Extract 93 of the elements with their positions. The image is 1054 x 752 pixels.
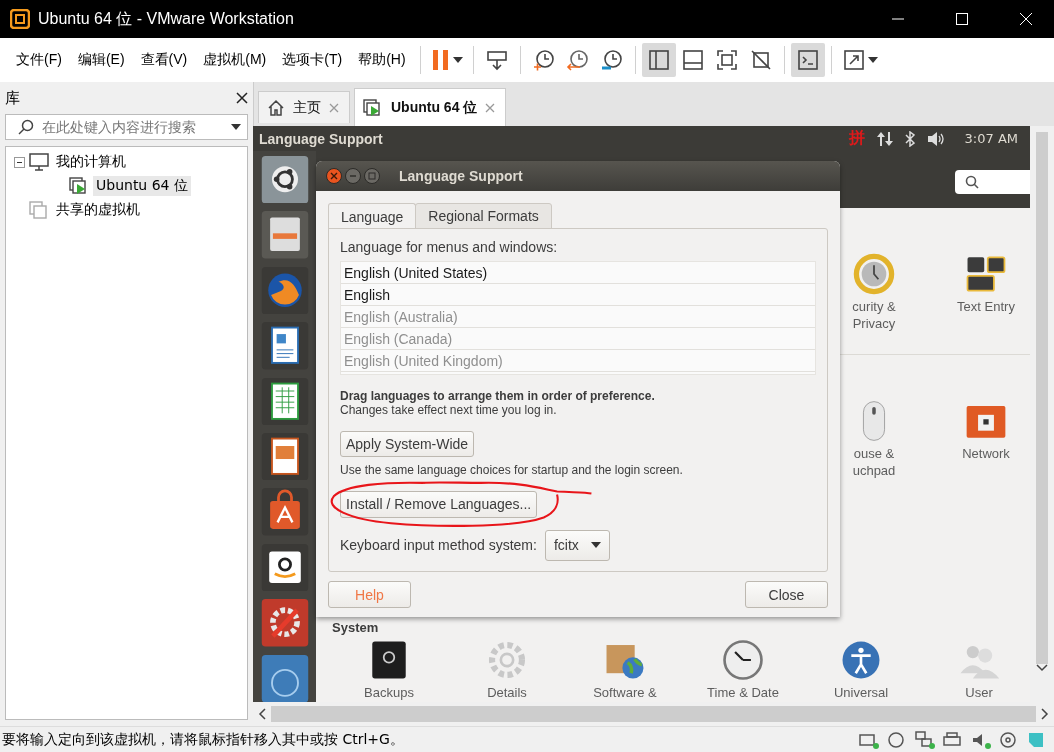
transfer-arrows-icon <box>876 130 893 147</box>
window-title: Ubuntu 64 位 - VMware Workstation <box>38 8 295 29</box>
presentation-icon <box>259 433 310 481</box>
tree-item[interactable]: 我的计算机 <box>53 152 129 172</box>
caret-icon <box>452 57 463 63</box>
clock-arrow-icon <box>565 48 590 72</box>
crossed-window-icon <box>748 48 773 72</box>
library-title: 库 <box>5 88 20 108</box>
dialog-title: Language Support <box>399 168 523 184</box>
tree-item[interactable]: Ubuntu 64 位 <box>93 176 191 196</box>
menu-item[interactable]: 文件(F) <box>8 47 70 73</box>
toolbar-button[interactable] <box>641 43 676 77</box>
fullscreen-icon <box>714 48 739 72</box>
caret-icon <box>231 124 241 130</box>
shared-vm-icon <box>29 201 49 219</box>
list-label: Language for menus and windows: <box>340 239 559 255</box>
section-title: System <box>331 619 380 636</box>
search-icon <box>965 175 979 189</box>
minimize-icon <box>349 172 357 180</box>
search-field[interactable]: 在此处键入内容进行搜索 <box>5 114 248 140</box>
settings-item-label[interactable]: curity & Privacy <box>852 298 896 332</box>
settings-item-label[interactable]: Network <box>962 445 1010 462</box>
monitor-icon <box>29 153 49 171</box>
settings-item-label[interactable]: Time & Date <box>707 684 779 701</box>
pause-icon <box>430 49 451 71</box>
menu-item[interactable]: 虚拟机(M) <box>195 47 275 73</box>
menu-item[interactable]: 查看(V) <box>132 47 196 73</box>
menu-item[interactable]: 帮助(H) <box>350 47 414 73</box>
maximize-icon <box>368 172 376 180</box>
close-dialog-button[interactable]: Close <box>745 581 828 608</box>
home-icon <box>267 98 285 117</box>
chevron-left-icon[interactable] <box>257 708 267 720</box>
status-message: 要将输入定向到该虚拟机，请将鼠标指针移入其中或按 Ctrl+G。 <box>2 730 405 749</box>
file-cabinet-icon <box>259 211 310 259</box>
clock-plus-icon <box>531 48 556 72</box>
chevron-down-icon[interactable] <box>1036 664 1048 672</box>
tab[interactable]: Language <box>328 203 417 229</box>
close-button[interactable] <box>326 168 342 184</box>
vm-play-icon <box>363 98 383 117</box>
toolbar-button[interactable] <box>790 43 825 77</box>
terminal-icon <box>795 48 820 72</box>
document-icon <box>259 322 310 370</box>
clock[interactable]: 3:07 AM <box>964 131 1018 146</box>
settings-item-label[interactable]: Backups <box>364 684 414 701</box>
settings-search-field[interactable] <box>955 170 1030 194</box>
app-logo-icon <box>10 9 30 29</box>
apply-note: Use the same language choices for startup and the login screen. <box>340 463 684 478</box>
vm-play-icon <box>69 177 89 195</box>
settings-item-label[interactable]: Software & <box>593 684 657 701</box>
settings-item-label[interactable]: Universal <box>833 684 889 701</box>
caret-icon <box>867 57 878 63</box>
globe-fox-icon <box>259 266 310 315</box>
sidebar-view-icon <box>646 48 671 72</box>
input-method-label: Keyboard input method system: <box>340 537 537 554</box>
close-icon <box>329 102 339 113</box>
volume-icon <box>926 130 945 147</box>
clock-ring-icon <box>852 252 896 296</box>
settings-item-label[interactable]: Details <box>487 684 527 701</box>
hint-text: Changes take effect next time you log in. <box>340 403 558 417</box>
network-icon <box>914 729 936 750</box>
tree-item[interactable]: 共享的虚拟机 <box>53 200 143 220</box>
close-icon <box>236 92 248 104</box>
install-languages-button[interactable]: Install / Remove Languages... <box>340 490 538 518</box>
caret-icon <box>590 542 601 549</box>
expand-icon <box>841 48 866 72</box>
minimize-button[interactable] <box>345 168 361 184</box>
search-icon <box>18 119 34 135</box>
close-icon <box>485 102 496 113</box>
menu-item[interactable]: 编辑(E) <box>69 47 133 73</box>
tab[interactable]: 主页 <box>258 91 350 123</box>
settings-item-label[interactable]: Text Entry <box>957 298 1015 315</box>
chevron-right-icon[interactable] <box>1040 708 1050 720</box>
gear-wrench-icon <box>259 599 310 647</box>
shopping-bag-icon <box>259 488 310 536</box>
maximize-icon <box>956 13 968 25</box>
apply-system-wide-button[interactable]: Apply System-Wide <box>340 430 475 458</box>
close-icon <box>1020 13 1032 25</box>
clock-icon <box>721 638 765 682</box>
bluetooth-icon <box>904 130 915 147</box>
settings-item-label[interactable]: User <box>965 684 993 701</box>
hint-text: Drag languages to arrange them in order of preference. <box>340 389 656 403</box>
input-method-dropdown[interactable]: fcitx <box>544 529 610 561</box>
clock-wrench-icon <box>599 48 624 72</box>
spreadsheet-icon <box>259 377 310 426</box>
bottom-panel-icon <box>680 48 705 72</box>
menu-item[interactable]: 选项卡(T) <box>274 47 351 73</box>
tab[interactable]: Regional Formats <box>415 203 552 229</box>
keyboard-arrow-icon <box>484 48 509 72</box>
settings-item-label[interactable]: ouse & uchpad <box>852 445 896 479</box>
ubuntu-logo-icon <box>259 156 310 204</box>
panel-title: Language Support <box>259 130 384 147</box>
close-icon <box>330 172 338 180</box>
tab[interactable]: Ubuntu 64 位 <box>354 88 507 126</box>
